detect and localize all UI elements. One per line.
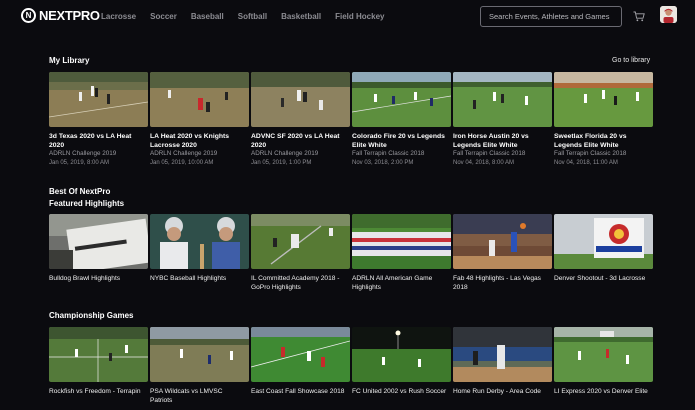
video-thumbnail[interactable]	[554, 72, 653, 127]
library-card[interactable]: Sweetlax Florida 20 vs Legends Elite Whi…	[554, 72, 653, 167]
nav-item-baseball[interactable]: Baseball	[191, 12, 224, 21]
card-title: Denver Shootout - 3d Lacrosse	[554, 275, 646, 282]
video-thumbnail[interactable]	[352, 327, 451, 382]
championship-heading: Championship Games	[49, 311, 134, 320]
video-thumbnail[interactable]	[150, 72, 249, 127]
card-title: Fab 48 Highlights - Las Vegas 2018	[453, 275, 541, 291]
card-date: Jan 05, 2019, 10:00 AM	[150, 159, 214, 166]
card-title: Bulldog Brawl Highlights	[49, 275, 121, 282]
logo-text: NEXTPRO	[39, 8, 100, 23]
card-date: Nov 04, 2018, 11:00 AM	[554, 159, 618, 166]
card-title: LA Heat 2020 vs Knights Lacrosse 2020	[150, 133, 230, 149]
card-event: ADRLN Challenge 2019	[150, 150, 218, 157]
championship-card[interactable]: Home Run Derby - Area Code	[453, 327, 552, 405]
card-title: PSA Wildcats vs LMVSC Patriots	[150, 388, 223, 404]
library-card[interactable]: Iron Horse Austin 20 vs Legends Elite Wh…	[453, 72, 552, 167]
championship-card[interactable]: FC United 2002 vs Rush Soccer	[352, 327, 451, 405]
video-thumbnail[interactable]	[352, 214, 451, 269]
card-title: Iron Horse Austin 20 vs Legends Elite Wh…	[453, 133, 529, 149]
card-title: 3d Texas 2020 vs LA Heat 2020	[49, 133, 132, 149]
my-library-heading: My Library	[49, 56, 90, 65]
sport-nav: Lacrosse Soccer Baseball Softball Basket…	[101, 12, 398, 21]
nav-item-basketball[interactable]: Basketball	[281, 12, 321, 21]
card-title: Colorado Fire 20 vs Legends Elite White	[352, 133, 445, 149]
video-thumbnail[interactable]	[49, 327, 148, 382]
nextpro-logo[interactable]: N NEXTPRO	[21, 8, 100, 23]
highlight-card[interactable]: Bulldog Brawl Highlights	[49, 214, 148, 292]
video-thumbnail[interactable]	[352, 72, 451, 127]
card-date: Jan 05, 2019, 8:00 AM	[49, 159, 110, 166]
video-thumbnail[interactable]	[554, 327, 653, 382]
card-title: ADRLN All American Game Highlights	[352, 275, 433, 291]
card-event: ADRLN Challenge 2019	[49, 150, 117, 157]
nav-item-softball[interactable]: Softball	[238, 12, 267, 21]
highlight-card[interactable]: NYBC Baseball Highlights	[150, 214, 249, 292]
highlight-card[interactable]: ADRLN All American Game Highlights	[352, 214, 451, 292]
card-title: Sweetlax Florida 20 vs Legends Elite Whi…	[554, 133, 627, 149]
library-card[interactable]: Colorado Fire 20 vs Legends Elite White …	[352, 72, 451, 167]
search-input[interactable]	[480, 6, 622, 27]
video-thumbnail[interactable]	[453, 214, 552, 269]
nav-item-field-hockey[interactable]: Field Hockey	[335, 12, 384, 21]
card-title: ADVNC SF 2020 vs LA Heat 2020	[251, 133, 340, 149]
user-avatar[interactable]	[660, 6, 677, 23]
video-thumbnail[interactable]	[150, 327, 249, 382]
library-row: 3d Texas 2020 vs LA Heat 2020 ADRLN Chal…	[49, 72, 653, 167]
championship-row: Rockfish vs Freedom - Terrapin PSA Wildc…	[49, 327, 653, 405]
best-of-heading: Best Of NextPro	[49, 187, 111, 196]
card-title: LI Express 2020 vs Denver Elite	[554, 388, 648, 395]
video-thumbnail[interactable]	[49, 214, 148, 269]
championship-card[interactable]: PSA Wildcats vs LMVSC Patriots	[150, 327, 249, 405]
video-thumbnail[interactable]	[49, 72, 148, 127]
featured-highlights-heading: Featured Highlights	[49, 199, 125, 208]
card-title: NYBC Baseball Highlights	[150, 275, 227, 282]
library-card[interactable]: LA Heat 2020 vs Knights Lacrosse 2020 AD…	[150, 72, 249, 167]
video-thumbnail[interactable]	[453, 327, 552, 382]
card-event: Fall Terrapin Classic 2018	[554, 150, 627, 157]
card-date: Nov 03, 2018, 2:00 PM	[352, 159, 414, 166]
card-event: Fall Terrapin Classic 2018	[352, 150, 425, 157]
card-title: FC United 2002 vs Rush Soccer	[352, 388, 447, 395]
video-thumbnail[interactable]	[453, 72, 552, 127]
go-to-library-link[interactable]: Go to library	[612, 57, 650, 64]
nav-item-lacrosse[interactable]: Lacrosse	[101, 12, 136, 21]
avatar-image	[660, 6, 677, 23]
card-date: Jan 05, 2019, 1:00 PM	[251, 159, 312, 166]
highlight-card[interactable]: Denver Shootout - 3d Lacrosse	[554, 214, 653, 292]
cart-icon[interactable]	[633, 11, 645, 22]
video-thumbnail[interactable]	[150, 214, 249, 269]
logo-n-icon: N	[21, 8, 36, 23]
card-event: Fall Terrapin Classic 2018	[453, 150, 526, 157]
card-title: Rockfish vs Freedom - Terrapin	[49, 388, 141, 395]
highlight-card[interactable]: Fab 48 Highlights - Las Vegas 2018	[453, 214, 552, 292]
highlight-card[interactable]: IL Committed Academy 2018 - GoPro Highli…	[251, 214, 350, 292]
video-thumbnail[interactable]	[251, 72, 350, 127]
video-thumbnail[interactable]	[251, 214, 350, 269]
nav-item-soccer[interactable]: Soccer	[150, 12, 177, 21]
video-thumbnail[interactable]	[251, 327, 350, 382]
library-card[interactable]: 3d Texas 2020 vs LA Heat 2020 ADRLN Chal…	[49, 72, 148, 167]
championship-card[interactable]: East Coast Fall Showcase 2018	[251, 327, 350, 405]
card-date: Nov 04, 2018, 8:00 AM	[453, 159, 515, 166]
card-title: IL Committed Academy 2018 - GoPro Highli…	[251, 275, 340, 291]
card-event: ADRLN Challenge 2019	[251, 150, 319, 157]
video-thumbnail[interactable]	[554, 214, 653, 269]
championship-card[interactable]: LI Express 2020 vs Denver Elite	[554, 327, 653, 405]
library-card[interactable]: ADVNC SF 2020 vs LA Heat 2020 ADRLN Chal…	[251, 72, 350, 167]
top-navigation-bar: N NEXTPRO Lacrosse Soccer Baseball Softb…	[0, 0, 695, 34]
card-title: Home Run Derby - Area Code	[453, 388, 541, 395]
card-title: East Coast Fall Showcase 2018	[251, 388, 345, 395]
championship-card[interactable]: Rockfish vs Freedom - Terrapin	[49, 327, 148, 405]
featured-row: Bulldog Brawl Highlights NYBC Baseball H…	[49, 214, 653, 292]
